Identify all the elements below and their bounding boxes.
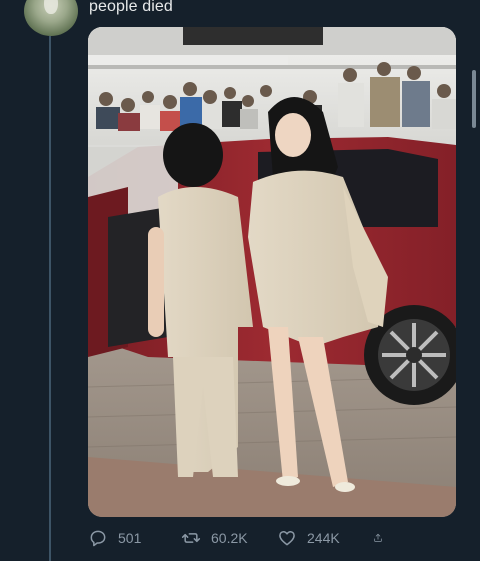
thread-line bbox=[49, 36, 51, 561]
reply-icon bbox=[90, 530, 106, 547]
share-icon bbox=[374, 533, 382, 542]
reply-button[interactable]: 501 bbox=[88, 526, 181, 550]
reply-count: 501 bbox=[118, 530, 142, 546]
like-button[interactable]: 244K bbox=[277, 526, 373, 550]
retweet-icon bbox=[181, 533, 201, 543]
tweet-actions: 501 60.2K 244K bbox=[88, 526, 408, 550]
photo-illustration bbox=[88, 27, 456, 517]
tweet-image[interactable] bbox=[88, 27, 456, 517]
like-count: 244K bbox=[307, 530, 340, 546]
like-icon bbox=[279, 531, 295, 546]
share-button[interactable] bbox=[373, 526, 393, 550]
tweet-text: people died bbox=[89, 0, 173, 15]
avatar[interactable] bbox=[24, 0, 78, 36]
retweet-count: 60.2K bbox=[211, 530, 248, 546]
retweet-button[interactable]: 60.2K bbox=[181, 526, 277, 550]
scrollbar[interactable] bbox=[472, 70, 476, 128]
